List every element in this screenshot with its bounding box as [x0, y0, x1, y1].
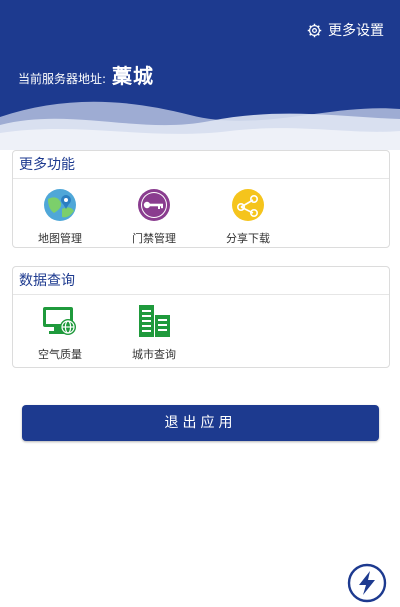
- lightning-icon: [347, 563, 387, 603]
- key-icon: [138, 189, 170, 221]
- exit-app-button[interactable]: 退出应用: [22, 405, 379, 441]
- more-functions-title: 更多功能: [13, 151, 389, 179]
- share-icon: [232, 189, 264, 221]
- city-query-item[interactable]: 城市查询: [107, 303, 201, 362]
- server-address-label: 当前服务器地址:: [18, 72, 107, 86]
- app-header: 更多设置 当前服务器地址: 藁城: [0, 0, 400, 150]
- monitor-globe-icon: [43, 307, 76, 335]
- share-download-label: 分享下载: [226, 232, 270, 245]
- access-control-label: 门禁管理: [132, 232, 176, 245]
- map-management-label: 地图管理: [38, 232, 82, 245]
- buildings-icon: [139, 305, 170, 337]
- more-settings-button[interactable]: 更多设置: [307, 20, 384, 40]
- server-address-value: 藁城: [112, 64, 155, 88]
- map-management-item[interactable]: 地图管理: [13, 187, 107, 246]
- server-address: 当前服务器地址: 藁城: [18, 60, 154, 89]
- gear-icon: [307, 23, 322, 37]
- access-control-item[interactable]: 门禁管理: [107, 187, 201, 246]
- city-query-label: 城市查询: [132, 348, 176, 361]
- data-query-title: 数据查询: [13, 267, 389, 295]
- map-icon: [44, 189, 76, 221]
- wave-decoration: [0, 101, 400, 150]
- data-query-card: 数据查询 空气质量 城市查询: [12, 266, 390, 368]
- air-quality-item[interactable]: 空气质量: [13, 303, 107, 362]
- share-download-item[interactable]: 分享下载: [201, 187, 295, 246]
- more-functions-card: 更多功能 地图管理 门禁管理 分享下载: [12, 150, 390, 248]
- more-settings-label: 更多设置: [328, 23, 384, 39]
- lightning-fab-button[interactable]: [346, 563, 388, 603]
- air-quality-label: 空气质量: [38, 348, 82, 361]
